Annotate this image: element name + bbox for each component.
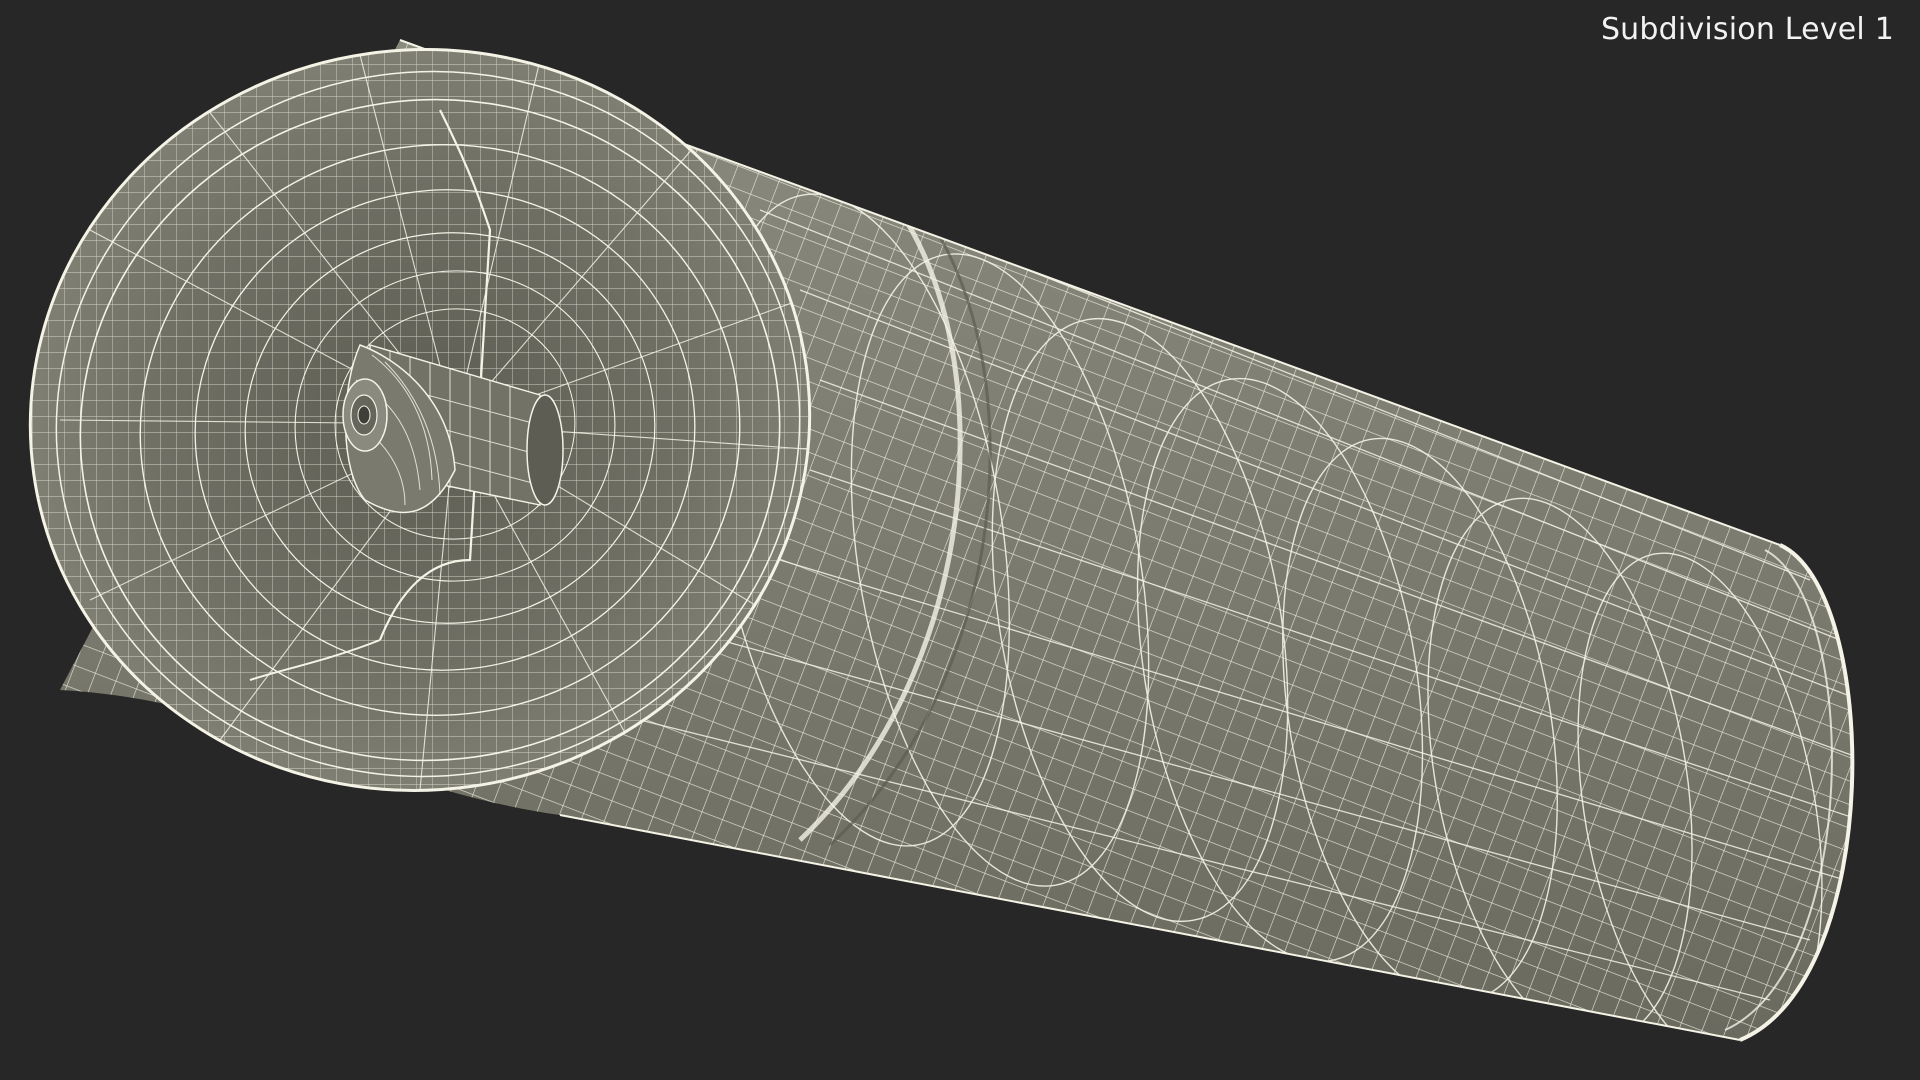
subdivision-level-label: Subdivision Level 1 (1600, 12, 1894, 47)
wireframe-model (0, 0, 1855, 1042)
render-viewport: Subdivision Level 1 (0, 0, 1920, 1080)
